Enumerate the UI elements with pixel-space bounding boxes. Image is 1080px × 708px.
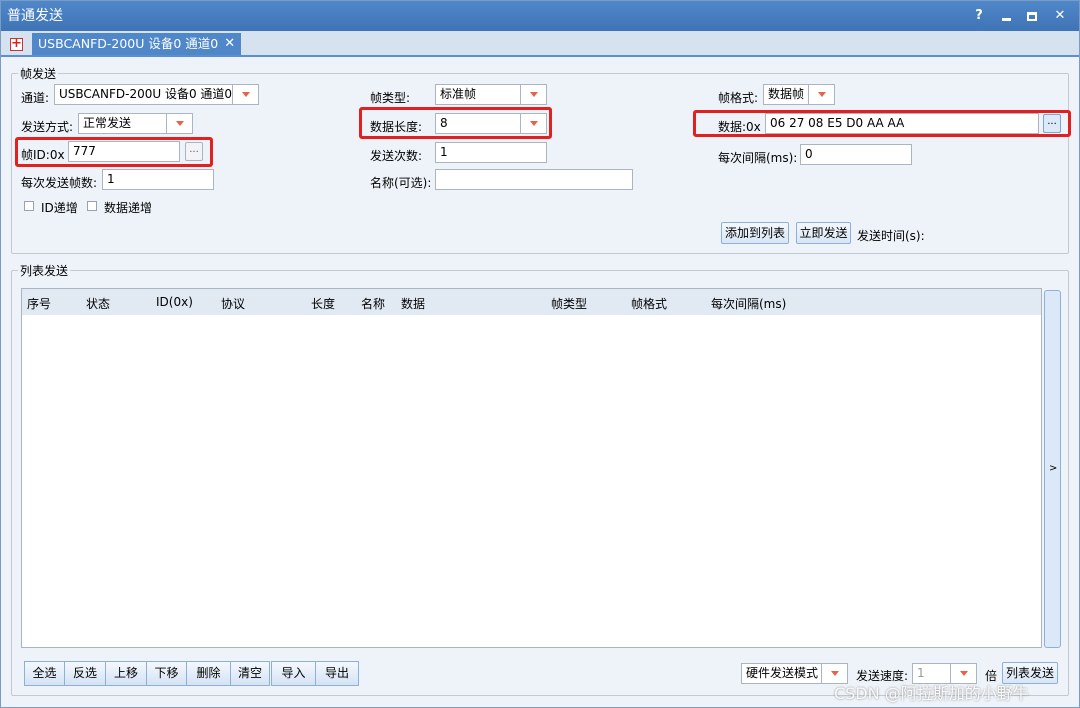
send-time-label: 发送时间(s): <box>857 229 925 243</box>
title-bar: 普通发送 ? ✕ <box>1 1 1079 31</box>
frame-type-label: 帧类型: <box>370 91 411 105</box>
list-edit-buttons: 全选 反选 上移 下移 删除 清空 <box>24 661 270 686</box>
select-all-button[interactable]: 全选 <box>24 661 65 686</box>
data-increment-checkbox[interactable] <box>87 201 97 211</box>
channel-label: 通道: <box>21 91 50 105</box>
send-mode-value: 正常发送 <box>83 116 132 130</box>
col-frame-format[interactable]: 帧格式 <box>631 295 667 312</box>
tab-label: USBCANFD-200U 设备0 通道0 <box>38 36 219 51</box>
list-send-title: 列表发送 <box>18 262 71 279</box>
chevron-right-icon: > <box>1049 463 1058 474</box>
tab-channel[interactable]: USBCANFD-200U 设备0 通道0 ✕ <box>32 33 242 55</box>
chevron-down-icon[interactable] <box>520 85 546 104</box>
tab-close-icon[interactable]: ✕ <box>224 33 235 55</box>
name-input[interactable] <box>435 169 633 190</box>
frame-type-value: 标准帧 <box>440 87 477 101</box>
data-input[interactable]: 06 27 08 E5 D0 AA AA <box>765 113 1039 134</box>
minimize-icon[interactable] <box>1002 17 1011 21</box>
frame-id-input[interactable]: 777 <box>68 141 180 162</box>
col-id[interactable]: ID(0x) <box>156 295 193 309</box>
send-list-table[interactable]: 序号 状态 ID(0x) 协议 长度 名称 数据 帧类型 帧格式 每次间隔(ms… <box>21 288 1042 648</box>
window: 普通发送 ? ✕ + USBCANFD-200U 设备0 通道0 ✕ 帧发送 通… <box>0 0 1080 708</box>
move-down-button[interactable]: 下移 <box>146 661 187 686</box>
channel-select[interactable]: USBCANFD-200U 设备0 通道0 <box>54 84 259 105</box>
col-data[interactable]: 数据 <box>401 295 425 312</box>
frames-per-send-value: 1 <box>107 172 115 186</box>
col-length[interactable]: 长度 <box>311 295 335 312</box>
send-count-value: 1 <box>440 145 448 159</box>
col-protocol[interactable]: 协议 <box>221 295 245 312</box>
col-name[interactable]: 名称 <box>361 295 385 312</box>
frame-send-title: 帧发送 <box>18 65 59 82</box>
data-length-value: 8 <box>440 116 448 130</box>
frames-per-send-input[interactable]: 1 <box>102 169 214 190</box>
name-label: 名称(可选): <box>370 176 432 190</box>
data-length-select[interactable]: 8 <box>435 113 547 134</box>
frame-id-more-button[interactable]: ... <box>185 142 203 161</box>
interval-label: 每次间隔(ms): <box>718 151 798 165</box>
list-io-buttons: 导入 导出 <box>271 661 359 686</box>
send-count-input[interactable]: 1 <box>435 142 547 163</box>
data-length-label: 数据长度: <box>370 120 423 134</box>
import-button[interactable]: 导入 <box>271 661 316 686</box>
move-up-button[interactable]: 上移 <box>105 661 147 686</box>
data-value: 06 27 08 E5 D0 AA AA <box>770 116 905 130</box>
table-header: 序号 状态 ID(0x) 协议 长度 名称 数据 帧类型 帧格式 每次间隔(ms… <box>22 289 1041 315</box>
add-to-list-button[interactable]: 添加到列表 <box>721 222 789 244</box>
send-now-button[interactable]: 立即发送 <box>796 222 851 244</box>
frames-per-send-label: 每次发送帧数: <box>21 176 98 190</box>
send-mode-select[interactable]: 正常发送 <box>78 113 193 134</box>
col-status[interactable]: 状态 <box>86 295 110 312</box>
frame-type-select[interactable]: 标准帧 <box>435 84 547 105</box>
chevron-down-icon[interactable] <box>166 114 192 133</box>
data-increment-label: 数据递增 <box>104 201 153 215</box>
maximize-icon[interactable] <box>1027 11 1037 21</box>
window-controls: ? ✕ <box>972 1 1067 31</box>
hw-mode-value: 硬件发送模式 <box>746 666 819 680</box>
data-label: 数据:0x <box>718 120 761 134</box>
frame-id-value: 777 <box>73 144 96 158</box>
help-icon[interactable]: ? <box>972 1 986 31</box>
speed-value: 1 <box>917 666 925 680</box>
clear-button[interactable]: 清空 <box>230 661 270 686</box>
interval-value: 0 <box>805 147 813 161</box>
add-tab-icon[interactable]: + <box>10 37 23 51</box>
send-mode-hw-select[interactable]: 硬件发送模式 <box>741 663 848 684</box>
frame-format-value: 数据帧 <box>768 87 805 101</box>
interval-input[interactable]: 0 <box>800 144 912 165</box>
col-frame-type[interactable]: 帧类型 <box>551 295 587 312</box>
id-increment-label: ID递增 <box>41 201 78 215</box>
watermark: CSDN @阿拉斯加的小野牛 <box>834 684 1029 703</box>
channel-value: USBCANFD-200U 设备0 通道0 <box>59 87 233 101</box>
frame-format-label: 帧格式: <box>718 91 759 105</box>
chevron-down-icon[interactable] <box>232 85 258 104</box>
tab-bar: + USBCANFD-200U 设备0 通道0 ✕ <box>1 31 1079 57</box>
col-interval[interactable]: 每次间隔(ms) <box>711 295 786 312</box>
send-mode-label: 发送方式: <box>21 120 74 134</box>
data-more-button[interactable]: ... <box>1043 114 1061 133</box>
frame-format-select[interactable]: 数据帧 <box>763 84 835 105</box>
invert-selection-button[interactable]: 反选 <box>64 661 106 686</box>
export-button[interactable]: 导出 <box>315 661 359 686</box>
delete-button[interactable]: 删除 <box>186 661 231 686</box>
send-count-label: 发送次数: <box>370 149 423 163</box>
id-increment-checkbox[interactable] <box>24 201 34 211</box>
chevron-down-icon[interactable] <box>520 114 546 133</box>
close-icon[interactable]: ✕ <box>1053 1 1067 31</box>
chevron-down-icon[interactable] <box>808 85 834 104</box>
window-title: 普通发送 <box>7 8 63 24</box>
col-index[interactable]: 序号 <box>27 295 51 312</box>
expand-panel-button[interactable]: > <box>1044 290 1061 648</box>
frame-id-label: 帧ID:0x <box>21 148 65 162</box>
